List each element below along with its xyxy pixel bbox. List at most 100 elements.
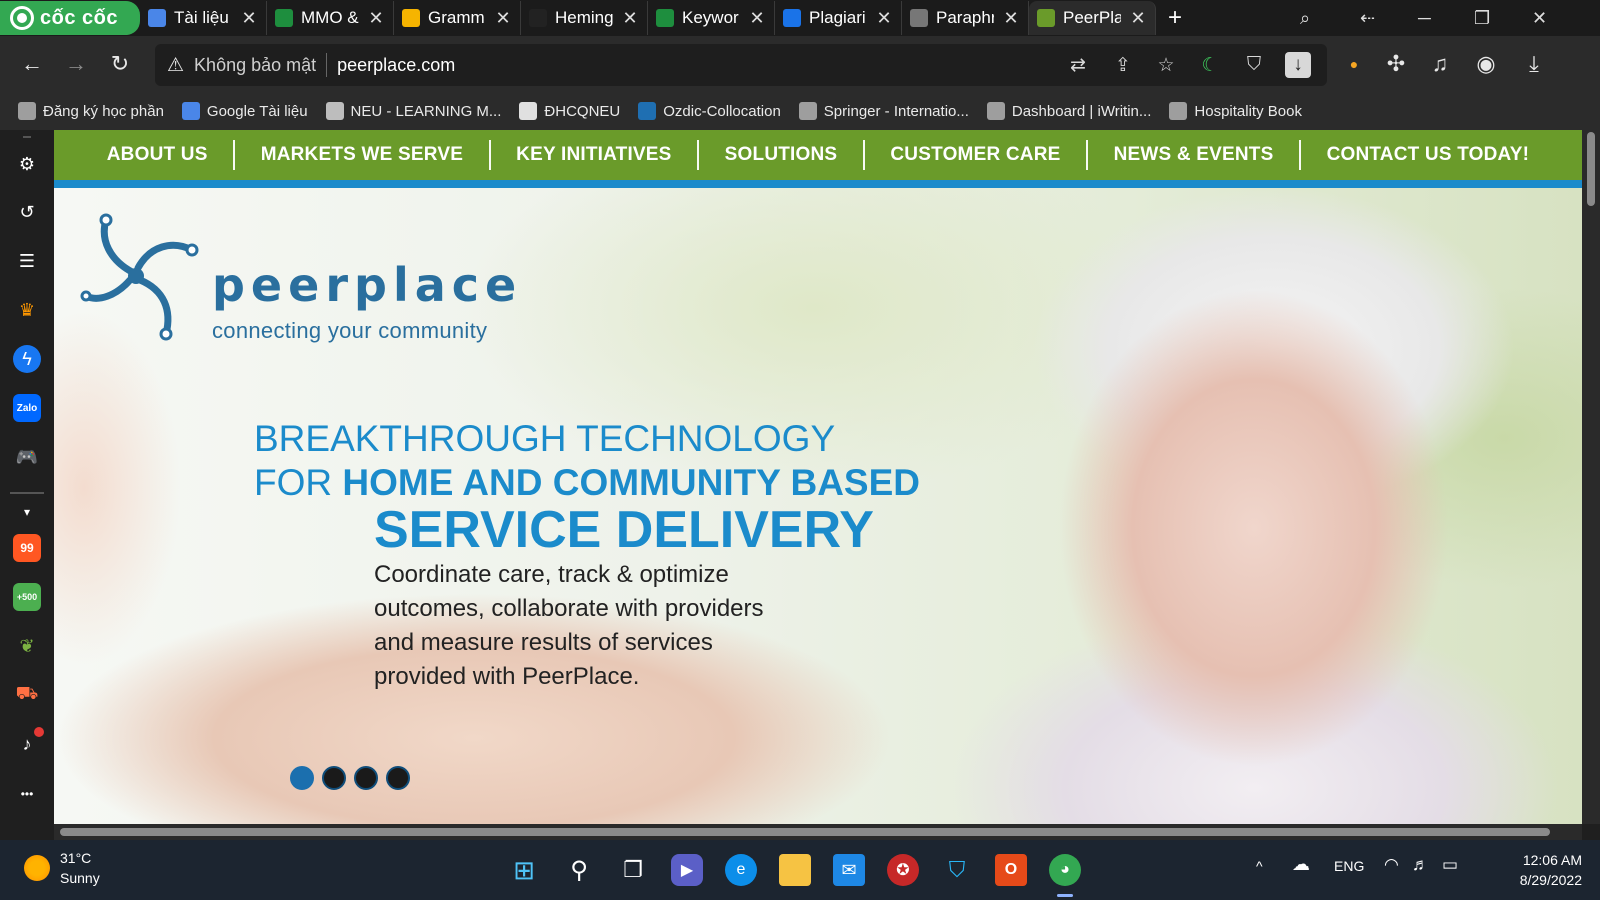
mail-icon[interactable]: ✉ xyxy=(833,854,865,886)
logo-wordmark[interactable]: peerplace xyxy=(212,258,522,312)
crown-icon[interactable]: ♛ xyxy=(13,296,41,324)
dark-mode-icon[interactable]: ☾ xyxy=(1197,52,1223,78)
office-icon[interactable]: O xyxy=(995,854,1027,886)
download-video-icon[interactable]: ↓ xyxy=(1285,52,1311,78)
cart-icon[interactable]: ⛟ xyxy=(13,681,41,709)
browser-tab[interactable]: PeerPla ✕ xyxy=(1029,1,1156,35)
nav-item[interactable]: KEY INITIATIVES xyxy=(516,144,671,166)
address-bar[interactable]: ⚠ Không bảo mật peerplace.com ⇄ ⇪ ☆ ☾ ⛉ … xyxy=(155,44,1327,86)
minimize-button[interactable]: ─ xyxy=(1418,0,1431,36)
close-tab-icon[interactable]: ✕ xyxy=(1002,8,1020,29)
close-tab-icon[interactable]: ✕ xyxy=(494,8,512,29)
nav-item[interactable]: MARKETS WE SERVE xyxy=(261,144,463,166)
list-icon[interactable]: ☰ xyxy=(13,247,41,275)
playlist-icon[interactable]: ♫ xyxy=(1426,50,1454,78)
extension-dot-icon[interactable]: ● xyxy=(1340,50,1368,78)
shopping-99-icon[interactable]: 99 xyxy=(13,534,41,562)
file-explorer-icon[interactable] xyxy=(779,854,811,886)
shield-icon[interactable]: ⛉ xyxy=(1241,52,1267,78)
new-tab-button[interactable]: + xyxy=(1156,4,1194,32)
bookmark-item[interactable]: NEU - LEARNING M... xyxy=(325,102,501,120)
security-label[interactable]: Không bảo mật xyxy=(194,55,316,76)
extensions-puzzle-icon[interactable]: ✣ xyxy=(1382,50,1410,78)
zalo-icon[interactable]: Zalo xyxy=(13,394,41,422)
defender-icon[interactable]: ⛉ xyxy=(941,854,973,886)
profile-icon[interactable]: ◉ xyxy=(1472,50,1500,78)
close-tab-icon[interactable]: ✕ xyxy=(875,8,893,29)
onedrive-icon[interactable]: ☁ xyxy=(1292,854,1310,875)
more-icon[interactable]: ••• xyxy=(13,780,41,808)
downloads-icon[interactable]: ⤓ xyxy=(1520,50,1548,78)
chat-icon[interactable]: ▶ xyxy=(671,854,703,886)
vertical-scroll-thumb[interactable] xyxy=(1587,132,1595,206)
gear-icon[interactable]: ⚙ xyxy=(13,150,41,178)
close-window-button[interactable]: ✕ xyxy=(1532,0,1547,36)
warning-icon[interactable]: ⚠ xyxy=(167,54,184,77)
slider-dot[interactable] xyxy=(322,766,346,790)
vertical-scrollbar[interactable] xyxy=(1582,130,1600,824)
browser-tab[interactable]: Tài liệu ✕ xyxy=(140,1,267,35)
close-tab-icon[interactable]: ✕ xyxy=(367,8,385,29)
close-tab-icon[interactable]: ✕ xyxy=(748,8,766,29)
edge-icon[interactable]: e xyxy=(725,854,757,886)
language-indicator[interactable]: ENG xyxy=(1334,858,1364,874)
browser-tab[interactable]: MMO & ✕ xyxy=(267,1,394,35)
browser-tab[interactable]: Heming ✕ xyxy=(521,1,648,35)
horizontal-scroll-thumb[interactable] xyxy=(60,828,1550,836)
game-icon[interactable]: ✪ xyxy=(887,854,919,886)
tray-caret-icon[interactable]: ^ xyxy=(1256,858,1263,874)
hero-banner: peerplace connecting your community BREA… xyxy=(54,188,1582,824)
slider-dot[interactable] xyxy=(386,766,410,790)
task-view-icon[interactable]: ❐ xyxy=(617,854,649,886)
nav-item[interactable]: NEWS & EVENTS xyxy=(1114,144,1274,166)
slider-dot[interactable] xyxy=(354,766,378,790)
coccoc-menu-button[interactable]: cốc cốc xyxy=(0,1,140,35)
gamepad-icon[interactable]: 🎮 xyxy=(13,443,41,471)
bookmark-item[interactable]: ĐHCQNEU xyxy=(519,102,620,120)
windows-start-icon[interactable]: ⊞ xyxy=(508,854,540,886)
bookmark-item[interactable]: Đăng ký học phần xyxy=(18,102,164,120)
back-history-icon[interactable]: ⇠ xyxy=(1360,0,1375,36)
collapse-caret[interactable] xyxy=(23,136,31,138)
reward-500-icon[interactable]: +500 xyxy=(13,583,41,611)
system-clock[interactable]: 12:06 AM 8/29/2022 xyxy=(1520,850,1582,890)
reload-button[interactable]: ↻ xyxy=(106,50,134,78)
chevron-down-icon[interactable]: ▾ xyxy=(13,498,41,526)
weather-widget[interactable]: 31°C Sunny xyxy=(24,848,100,888)
bookmark-star-icon[interactable]: ☆ xyxy=(1153,52,1179,78)
coccoc-icon[interactable]: ◕ xyxy=(1049,854,1081,886)
close-tab-icon[interactable]: ✕ xyxy=(240,8,258,29)
back-button[interactable]: ← xyxy=(18,50,46,78)
slider-dot[interactable] xyxy=(290,766,314,790)
nav-item[interactable]: SOLUTIONS xyxy=(725,144,838,166)
leaf-icon[interactable]: ❦ xyxy=(13,632,41,660)
nav-item[interactable]: ABOUT US xyxy=(107,144,208,166)
nav-item[interactable]: CUSTOMER CARE xyxy=(890,144,1060,166)
nav-item[interactable]: CONTACT US TODAY! xyxy=(1327,144,1530,166)
close-tab-icon[interactable]: ✕ xyxy=(621,8,639,29)
search-icon[interactable]: ⚲ xyxy=(563,854,595,886)
browser-tab[interactable]: Gramm ✕ xyxy=(394,1,521,35)
url-text[interactable]: peerplace.com xyxy=(337,55,455,76)
history-icon[interactable]: ↺ xyxy=(13,198,41,226)
forward-button[interactable]: → xyxy=(62,50,90,78)
battery-icon[interactable]: ▭ xyxy=(1442,855,1458,875)
tab-search-icon[interactable]: ⌕ xyxy=(1300,0,1310,36)
bookmark-item[interactable]: Dashboard | iWritin... xyxy=(986,102,1151,120)
bookmark-item[interactable]: Springer - Internatio... xyxy=(798,102,969,120)
volume-icon[interactable]: ♬ xyxy=(1412,855,1429,875)
bookmark-item[interactable]: Ozdic-Collocation xyxy=(638,102,781,120)
peerplace-logo-icon[interactable] xyxy=(80,210,210,344)
browser-tab[interactable]: Paraphr ✕ xyxy=(902,1,1029,35)
maximize-button[interactable]: ❐ xyxy=(1474,0,1490,36)
messenger-icon[interactable]: ϟ xyxy=(13,345,41,373)
bookmark-item[interactable]: Google Tài liệu xyxy=(181,102,308,120)
browser-tab[interactable]: Keywor ✕ xyxy=(648,1,775,35)
horizontal-scrollbar[interactable] xyxy=(54,824,1582,840)
bookmark-item[interactable]: Hospitality Book xyxy=(1169,102,1302,120)
browser-tab[interactable]: Plagiari ✕ xyxy=(775,1,902,35)
close-tab-icon[interactable]: ✕ xyxy=(1129,8,1147,29)
share-icon[interactable]: ⇪ xyxy=(1110,52,1136,78)
wifi-icon[interactable]: ◠ xyxy=(1384,855,1399,875)
translate-icon[interactable]: ⇄ xyxy=(1065,52,1091,78)
